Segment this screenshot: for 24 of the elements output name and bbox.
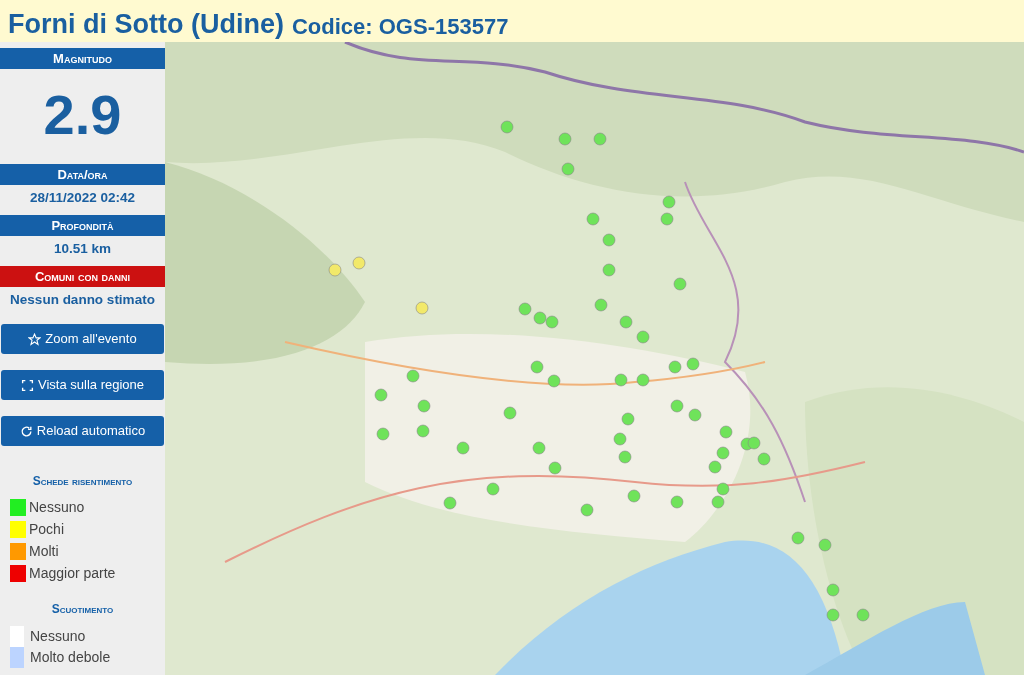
event-code: Codice: OGS-153577 (291, 16, 509, 38)
section-heading: Data/ora (0, 164, 165, 185)
legend-label: Nessuno (29, 497, 85, 517)
event-place: Forni di Sotto (Udine) (8, 11, 284, 38)
section-value: 10.51 km (52, 240, 112, 259)
sidebar-button[interactable]: Vista sulla regione (1, 370, 164, 400)
section-value: Nessun danno stimato (9, 291, 156, 310)
section-heading: Profondità (0, 215, 165, 236)
sidebar-button[interactable]: Reload automatico (1, 416, 164, 446)
magnitude-value: 2.9 (42, 82, 123, 148)
legend-label: Molti (29, 541, 59, 561)
legend-label: Maggior parte (29, 563, 116, 583)
sidebar-button[interactable]: Zoom all'evento (1, 324, 164, 354)
reload-icon (19, 424, 33, 438)
legend-title: Scuotimento (50, 601, 115, 618)
legend-label: Pochi (29, 519, 65, 539)
star-icon (28, 332, 42, 346)
expand-icon (21, 378, 34, 392)
legend-label: Molto debole (30, 648, 111, 667)
legend-title: Schede risentimento (31, 473, 134, 490)
section-heading: Comuni con danni (0, 266, 165, 287)
section-heading: Magnitudo (0, 48, 165, 69)
legend-label: Nessuno (30, 627, 86, 646)
section-value: 28/11/2022 02:42 (28, 189, 137, 208)
